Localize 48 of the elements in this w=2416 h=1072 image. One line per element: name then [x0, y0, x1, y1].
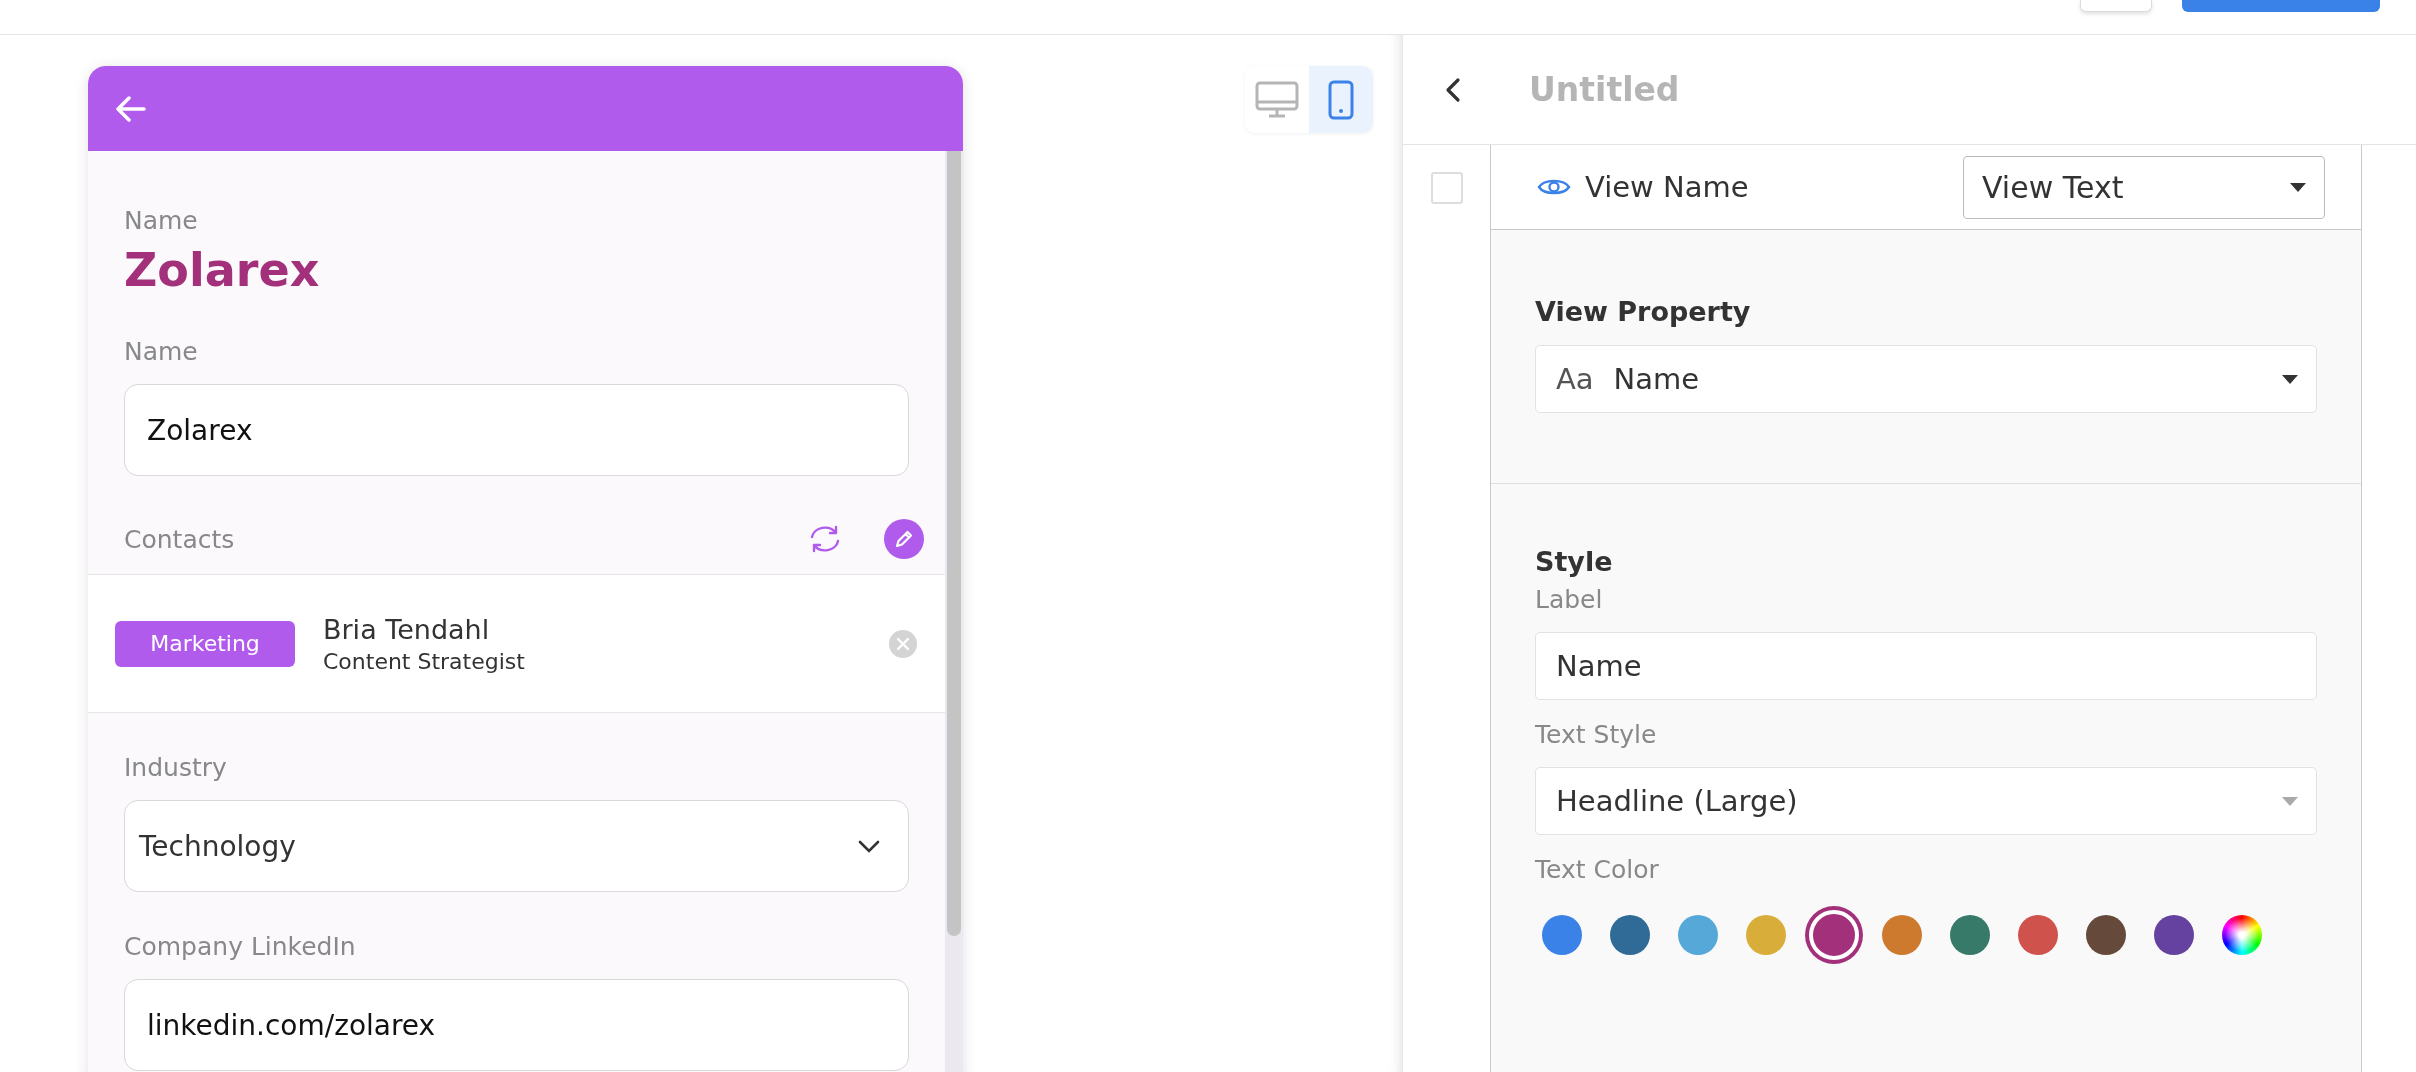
field-label: Industry — [124, 753, 228, 782]
text-style-dropdown[interactable]: Headline (Large) — [1535, 767, 2317, 835]
color-swatch[interactable] — [2018, 915, 2058, 955]
view-name: View Name — [1585, 170, 1750, 204]
mode-dropdown[interactable]: View Text — [1963, 155, 2325, 219]
dropdown-field[interactable]: Technology — [124, 800, 909, 892]
checkbox[interactable] — [1431, 172, 1463, 204]
scrollbar[interactable] — [947, 151, 961, 936]
name-heading: Zolarex — [124, 243, 321, 297]
field-label: Name — [124, 206, 199, 235]
color-swatch[interactable] — [1882, 915, 1922, 955]
contact-name: Bria Tendahl — [323, 613, 491, 645]
device-button[interactable] — [1245, 66, 1309, 133]
back-arrow-icon[interactable] — [116, 95, 146, 122]
field-label: Name — [124, 337, 199, 366]
field-label: Text Style — [1535, 720, 1658, 749]
refresh-icon[interactable] — [808, 524, 842, 554]
tag-badge: Marketing — [115, 620, 295, 667]
color-swatch[interactable] — [1950, 915, 1990, 955]
text-type-icon: Aa — [1556, 362, 1594, 396]
phone-icon — [1328, 79, 1354, 120]
chevron-down-icon — [858, 839, 880, 853]
input-field[interactable]: Zolarex — [124, 384, 909, 476]
field-label: Text Color — [1535, 855, 1660, 884]
color-swatch[interactable] — [1809, 910, 1859, 960]
field-label: Company LinkedIn — [124, 932, 357, 961]
field-label: Label — [1535, 585, 1604, 614]
color-swatch[interactable] — [1542, 915, 1582, 955]
color-swatch[interactable] — [2086, 915, 2126, 955]
property-dropdown[interactable]: Aa Name — [1535, 345, 2317, 413]
edit-button[interactable] — [884, 519, 924, 559]
desktop-icon — [1255, 80, 1299, 119]
color-swatch[interactable] — [2154, 915, 2194, 955]
contact-role: Content Strategist — [323, 648, 526, 674]
device-button[interactable] — [1309, 66, 1373, 133]
color-swatch[interactable] — [1746, 915, 1786, 955]
label-input[interactable]: Name — [1535, 632, 2317, 700]
back-icon[interactable] — [1445, 76, 1461, 103]
caret-icon — [2290, 182, 2306, 192]
section-heading: Style — [1535, 546, 1614, 577]
section-heading: View Property — [1535, 296, 1752, 327]
input-field[interactable]: linkedin.com/zolarex — [124, 979, 909, 1071]
color-swatch[interactable] — [1678, 915, 1718, 955]
field-label: Contacts — [124, 524, 236, 554]
color-swatch[interactable] — [1610, 915, 1650, 955]
caret-icon — [2282, 374, 2298, 384]
caret-icon — [2282, 796, 2298, 806]
color-picker-swatch[interactable] — [2222, 915, 2262, 955]
